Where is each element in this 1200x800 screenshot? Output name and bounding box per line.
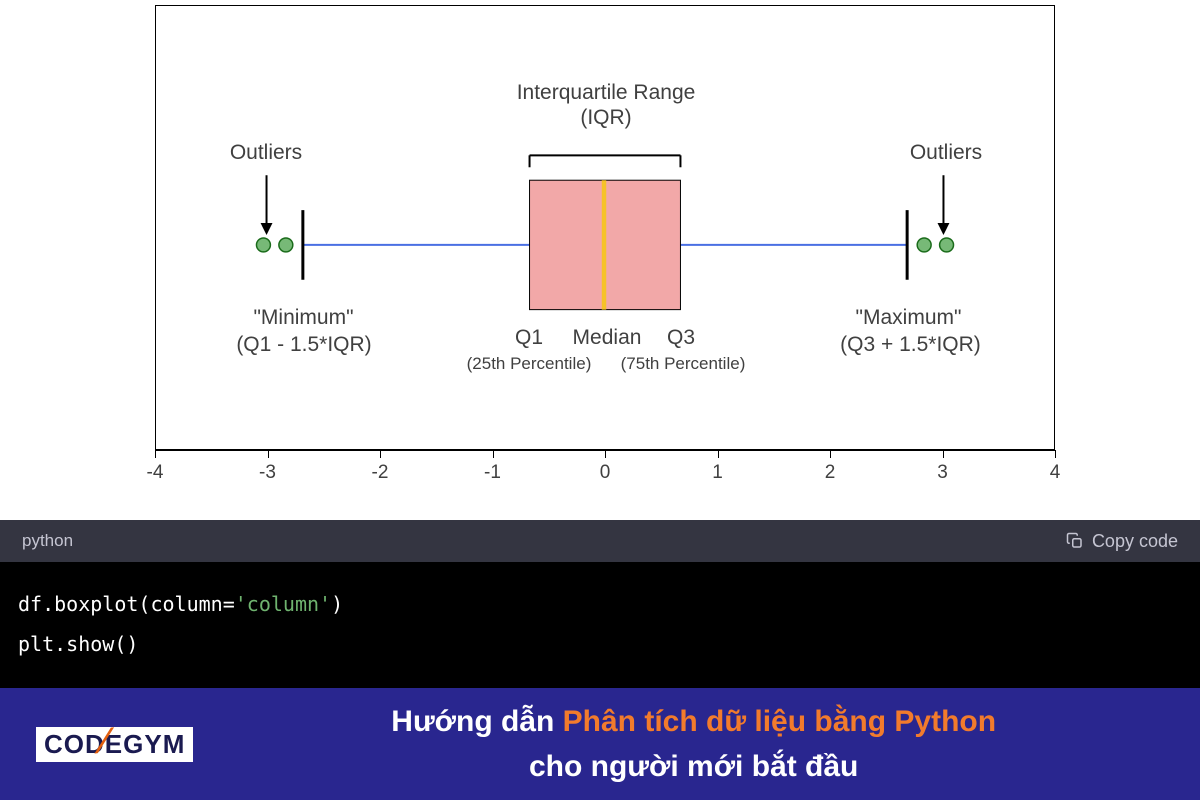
label-outliers-left: Outliers [196, 141, 336, 165]
outlier-dot [279, 238, 293, 252]
banner-title: Hướng dẫn Phân tích dữ liệu bằng Python … [223, 699, 1164, 789]
label-max: "Maximum" [821, 306, 996, 330]
code-body: df.boxplot(column='column') plt.show() [0, 562, 1200, 694]
label-max-formula: (Q3 + 1.5*IQR) [813, 333, 1008, 357]
label-q1-sub: (25th Percentile) [454, 354, 604, 374]
tick-label: 4 [1050, 462, 1061, 484]
footer-banner: CODEGYM ⟋ Hướng dẫn Phân tích dữ liệu bằ… [0, 688, 1200, 800]
outlier-dot [917, 238, 931, 252]
logo-accent-icon: ⟋ [92, 723, 119, 760]
tick-label: 2 [825, 462, 836, 484]
label-q1: Q1 [504, 326, 554, 350]
logo: CODEGYM ⟋ [36, 727, 193, 762]
label-min: "Minimum" [216, 306, 391, 330]
tick [380, 450, 381, 458]
tick [943, 450, 944, 458]
outlier-dot [256, 238, 270, 252]
arrow-right-head [937, 223, 949, 235]
tick-label: 1 [712, 462, 723, 484]
tick [718, 450, 719, 458]
label-q3: Q3 [656, 326, 706, 350]
code-header: python Copy code [0, 520, 1200, 562]
tick [605, 450, 606, 458]
tick [1055, 450, 1056, 458]
label-iqr: Interquartile Range [506, 81, 706, 105]
tick-label: -3 [259, 462, 276, 484]
tick-label: -1 [484, 462, 501, 484]
plot-frame: Interquartile Range (IQR) Outliers Outli… [155, 5, 1055, 450]
code-block: python Copy code df.boxplot(column='colu… [0, 520, 1200, 694]
code-line: plt.show() [18, 624, 1182, 664]
tick [493, 450, 494, 458]
x-axis: -4 -3 -2 -1 0 1 2 3 4 [155, 450, 1055, 510]
tick-label: 3 [937, 462, 948, 484]
label-iqr-sub: (IQR) [506, 106, 706, 130]
tick [155, 450, 156, 458]
label-median: Median [562, 326, 652, 350]
boxplot-diagram: Interquartile Range (IQR) Outliers Outli… [0, 0, 1200, 520]
tick [830, 450, 831, 458]
copy-code-button[interactable]: Copy code [1066, 531, 1178, 552]
arrow-left-head [261, 223, 273, 235]
code-language-label: python [22, 531, 73, 551]
label-outliers-right: Outliers [876, 141, 1016, 165]
tick-label: -2 [372, 462, 389, 484]
tick [268, 450, 269, 458]
boxplot-svg [156, 6, 1054, 449]
label-q3-sub: (75th Percentile) [608, 354, 758, 374]
label-min-formula: (Q1 - 1.5*IQR) [209, 333, 399, 357]
code-line: df.boxplot(column='column') [18, 584, 1182, 624]
tick-label: -4 [147, 462, 164, 484]
copy-icon [1066, 532, 1084, 550]
copy-code-label: Copy code [1092, 531, 1178, 552]
logo-text-gym: GYM [123, 729, 185, 759]
outlier-dot [940, 238, 954, 252]
tick-label: 0 [600, 462, 611, 484]
